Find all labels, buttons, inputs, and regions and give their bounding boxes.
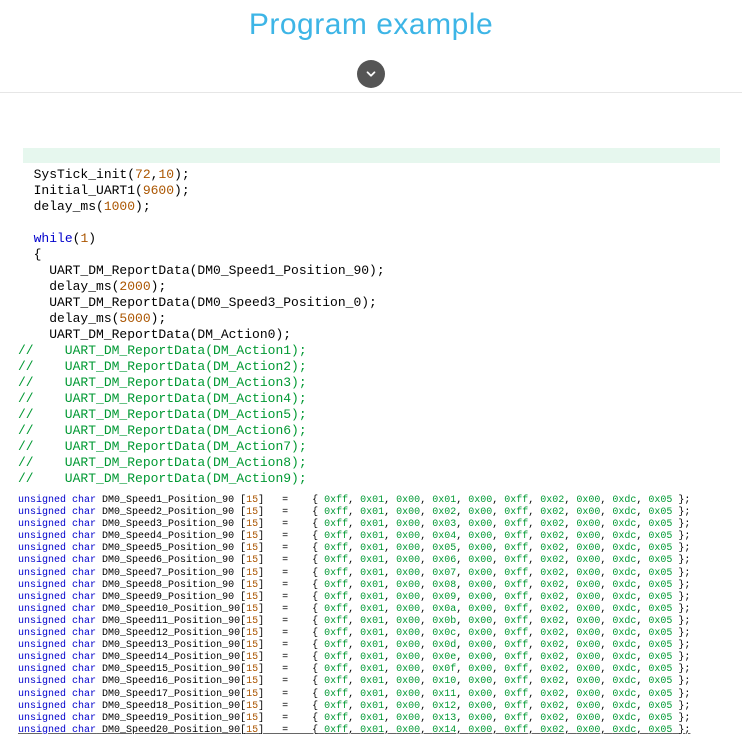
code-block-main: SysTick_init(72,10); Initial_UART1(9600)…	[18, 167, 724, 487]
chevron-down-icon[interactable]	[357, 60, 385, 88]
code-highlight-line	[23, 148, 720, 163]
page-title: Program example	[0, 8, 742, 42]
code-block-arrays: unsigned char DM0_Speed1_Position_90 [15…	[18, 495, 724, 737]
title-bar: Program example	[0, 0, 742, 60]
content-area: SysTick_init(72,10); Initial_UART1(9600)…	[0, 93, 742, 737]
